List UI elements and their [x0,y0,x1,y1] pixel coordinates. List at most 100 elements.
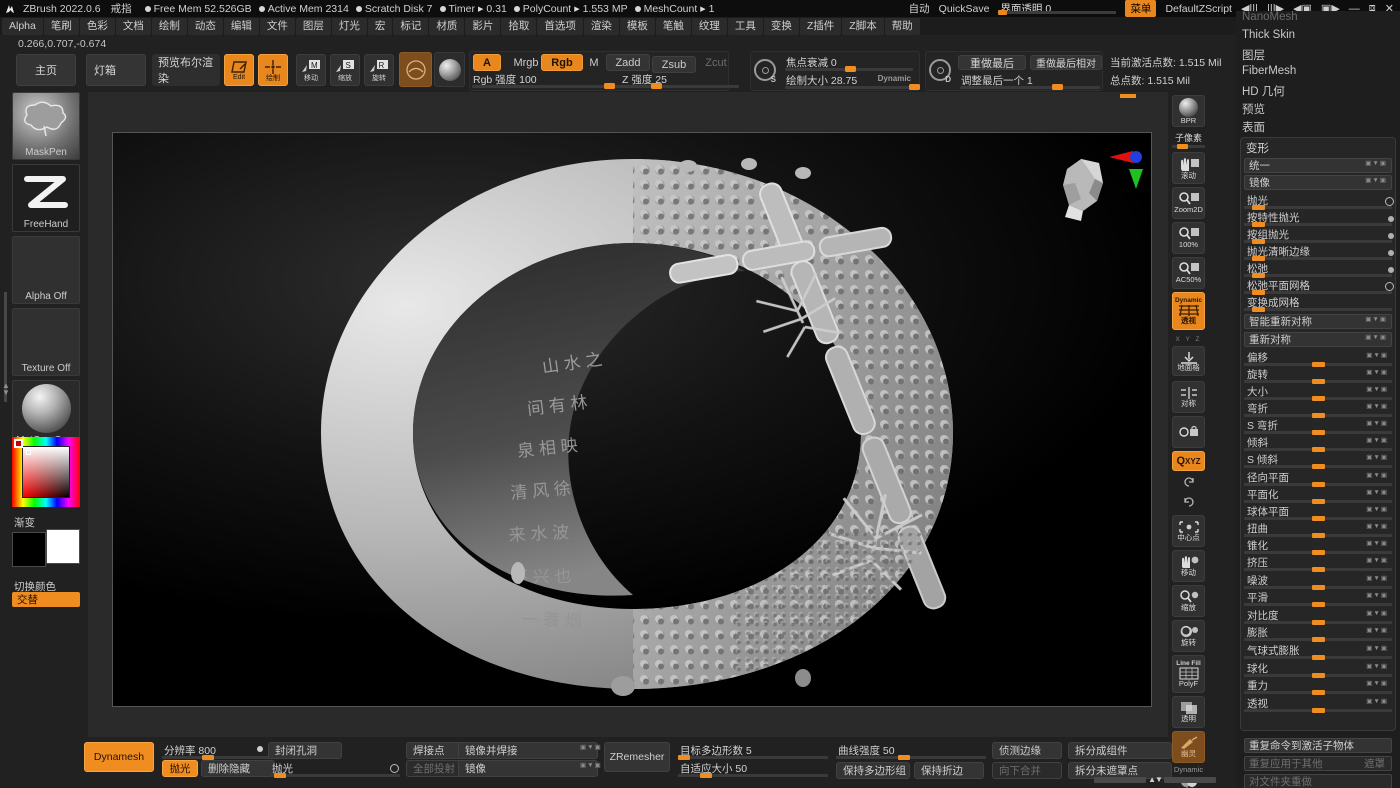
slider-knob[interactable] [1052,84,1063,90]
menu-edit[interactable]: 编辑 [224,18,259,35]
current-brush-slot[interactable]: MaskPen [12,92,80,160]
current-material-swatch[interactable] [399,52,432,87]
keep-groups-button[interactable]: 保持多边形组 [836,762,910,779]
close-holes-button[interactable]: 封闭孔洞 [268,742,342,759]
floor-grid-button[interactable]: 地面格 [1172,346,1205,376]
repeat-to-active-subtool-button[interactable]: 重复命令到激活子物体 [1244,738,1392,753]
stroke-size-icon[interactable]: S [754,59,776,81]
bpr-render-button[interactable]: BPR [1172,95,1205,127]
xyz-axis-button[interactable]: QXYZ [1172,451,1205,471]
draw-size-slider[interactable]: 绘制大小 28.75 Dynamic [785,74,913,90]
scroll-arrows-icon[interactable]: ▲▼ [1148,775,1162,784]
rotate-cw-button[interactable] [1172,493,1205,511]
primary-color-swatch[interactable] [12,532,46,567]
target-polycount-slider[interactable]: 目标多边形数 5 [678,744,828,760]
deform-row-noise[interactable]: 噪波 ▣▼▣ [1244,574,1392,590]
deform-row-smart-resym[interactable]: 智能重新对称 ▣▼▣ [1244,314,1392,329]
bottom-scroll-controls[interactable]: ▲▼ [1090,775,1220,784]
deform-row-squeeze[interactable]: 挤压 ▣▼▣ [1244,556,1392,572]
subpixel-knob[interactable] [1177,144,1188,149]
repeat-to-folder-button[interactable]: 对文件夹重做 [1244,774,1392,788]
menu-brush[interactable]: 笔刷 [44,18,79,35]
deform-row-morph-to-mesh[interactable]: 变换成网格 [1244,296,1392,312]
deform-row-twist[interactable]: 扭曲 ▣▼▣ [1244,522,1392,538]
slider-knob[interactable] [604,83,615,89]
deform-row-contrast[interactable]: 对比度 ▣▼▣ [1244,609,1392,625]
keep-creases-button[interactable]: 保持折边 [914,762,984,779]
deform-row-flatten[interactable]: 平面化 ▣▼▣ [1244,488,1392,504]
m-button[interactable]: M [585,54,603,71]
deform-row-smooth[interactable]: 平滑 ▣▼▣ [1244,591,1392,607]
viewport-3d[interactable]: 山 水 之 间 有 林 泉 相 映 清 风 徐 来 水 波 不 兴 也 一 蓑 … [112,132,1152,707]
polish-radio[interactable] [1385,197,1394,206]
rotate-mode-button[interactable]: R 旋转 [364,54,394,86]
home-button[interactable]: 主页 [16,54,76,86]
redo-last-button[interactable]: 重做最后 [958,55,1026,70]
detect-edges-button[interactable]: 侦测边缘 [992,742,1062,759]
slider-knob[interactable] [651,83,662,89]
color-picker[interactable] [12,437,80,507]
quicksave-button[interactable]: QuickSave [939,3,990,15]
adjust-last-slider[interactable]: 调整最后一个 1 [960,74,1100,90]
menu-draw[interactable]: 绘制 [152,18,187,35]
move-mode-button[interactable]: M 移动 [296,54,326,86]
menu-color[interactable]: 色彩 [80,18,115,35]
scale-mode-button[interactable]: S 缩放 [330,54,360,86]
draw-mode-button[interactable]: 绘制 [258,54,288,86]
menu-alpha[interactable]: Alpha [2,18,43,35]
deform-row-polish-by-groups[interactable]: 按组抛光 [1244,228,1392,244]
rotate-gizmo-button[interactable]: 旋转 [1172,620,1205,652]
menu-marker[interactable]: 标记 [393,18,428,35]
current-texture-slot[interactable]: Texture Off [12,308,80,376]
dynamesh-button[interactable]: Dynamesh [84,742,154,772]
deform-row-relax-planar-mesh[interactable]: 松弛平面网格 [1244,279,1392,295]
polish-toggle-button[interactable]: 抛光 [162,760,198,777]
focal-shift-slider[interactable]: 焦点衰减 0 [785,56,913,72]
menu-layer[interactable]: 图层 [296,18,331,35]
channel-a-button[interactable]: A [473,54,501,71]
deform-row-gravity[interactable]: 重力 ▣▼▣ [1244,679,1392,695]
menu-render[interactable]: 渲染 [584,18,619,35]
scroll-track-left[interactable] [1094,777,1146,783]
scroll-track-right[interactable] [1164,777,1216,783]
deform-row-rotate[interactable]: 旋转 ▣▼▣ [1244,368,1392,384]
z-intensity-slider[interactable]: Z 强度 25 [621,73,739,89]
transparency-button[interactable]: 透明 [1172,696,1205,728]
polyframe-button[interactable]: Line Fill PolyF [1172,655,1205,693]
interface-transparency-slider[interactable]: 界面透明 0 [998,0,1116,17]
panel-item-surface[interactable]: 表面 [1242,119,1265,135]
deform-row-skew[interactable]: 倾斜 ▣▼▣ [1244,436,1392,452]
menu-tool[interactable]: 工具 [728,18,763,35]
menu-button[interactable]: 菜单 [1125,0,1156,17]
menu-texture[interactable]: 纹理 [692,18,727,35]
mirror-button[interactable]: 镜像 [458,760,598,777]
slider-knob[interactable] [909,84,920,90]
deform-row-mirror[interactable]: 镜像 ▣▼▣ [1244,175,1392,190]
zscript-label[interactable]: DefaultZScript [1165,3,1232,15]
split-to-parts-button[interactable]: 拆分成组件 [1068,742,1172,759]
menu-preferences[interactable]: 首选项 [537,18,583,35]
perspective-button[interactable]: Dynamic 透视 [1172,292,1205,330]
deform-row-bend[interactable]: 弯折 ▣▼▣ [1244,402,1392,418]
deform-row-unify[interactable]: 统一 ▣▼▣ [1244,158,1392,173]
polish-crisp-radio[interactable] [1388,250,1394,256]
deform-row-spherize[interactable]: 球化 ▣▼▣ [1244,662,1392,678]
deform-row-polish[interactable]: 抛光 [1244,194,1392,210]
floor-grid-axes[interactable]: X Y Z [1172,333,1205,345]
panel-item-hdgeometry[interactable]: HD 几何 [1242,83,1285,99]
preview-boolean-render-button[interactable]: 预览布尔渲染 [152,54,220,86]
adaptive-size-slider[interactable]: 自适应大小 50 [678,762,828,778]
panel-item-fibermesh[interactable]: FiberMesh [1242,65,1296,77]
deform-row-inflate-balloon[interactable]: 气球式膨胀 ▣▼▣ [1244,644,1392,660]
deform-row-polish-by-features[interactable]: 按特性抛光 [1244,211,1392,227]
zoom2d-button[interactable]: Zoom2D [1172,187,1205,219]
menu-zscript[interactable]: Z脚本 [842,18,883,35]
panel-item-preview[interactable]: 预览 [1242,101,1265,117]
slider-knob[interactable] [845,66,856,72]
deform-row-size[interactable]: 大小 ▣▼▣ [1244,385,1392,401]
rgb-intensity-slider[interactable]: Rgb 强度 100 [472,73,632,89]
merge-down-button[interactable]: 向下合并 [992,762,1062,779]
current-alpha-slot[interactable]: Alpha Off [12,236,80,304]
slider-knob[interactable] [998,10,1007,15]
menu-dynamics[interactable]: 动态 [188,18,223,35]
